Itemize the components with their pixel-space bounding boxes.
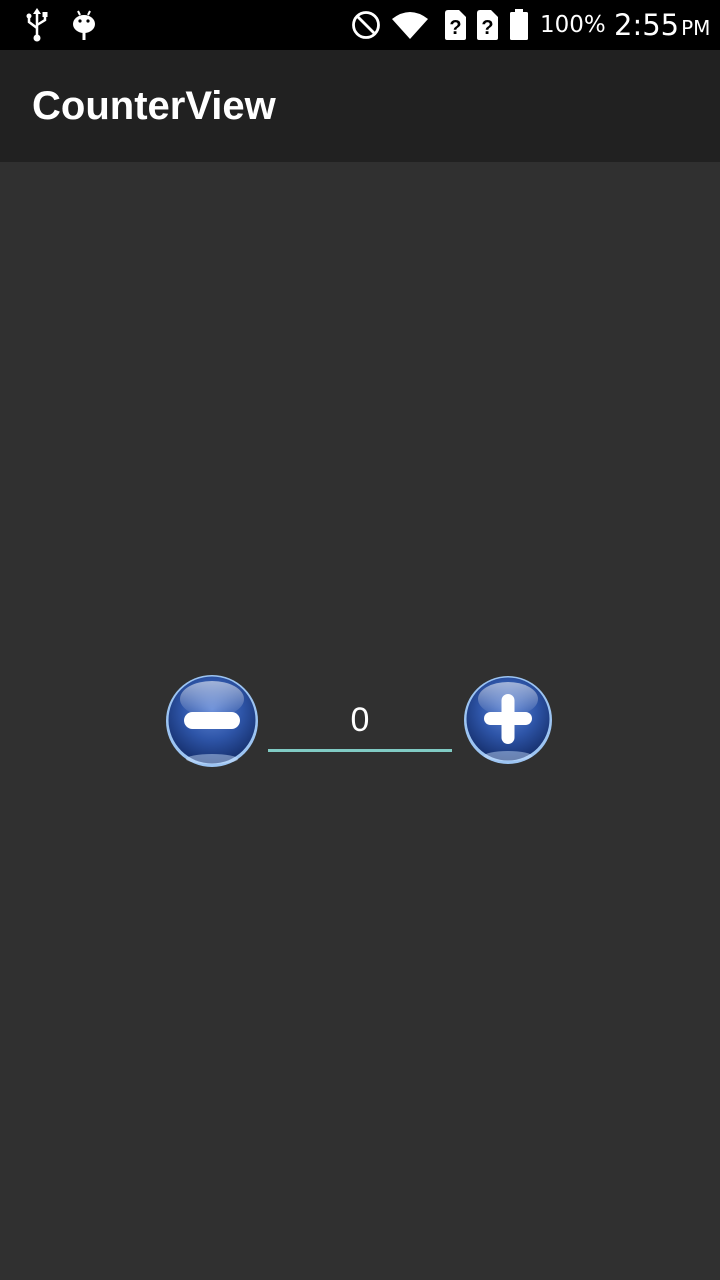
sim-unknown-icon: ? [442,0,468,50]
svg-text:?: ? [481,17,493,39]
app-title: CounterView [32,84,276,128]
decrement-button[interactable] [164,673,260,769]
content-area [0,162,720,1280]
sim-unknown-icon: ? [474,0,500,50]
increment-button[interactable] [462,674,554,766]
battery-percent: 100% [540,12,606,38]
do-not-disturb-icon [350,0,382,50]
battery-icon [508,0,530,50]
wifi-icon [392,0,428,50]
usb-icon [22,0,52,50]
clock-time: 2:55 [614,8,680,42]
clock-ampm: PM [681,16,711,40]
minus-icon [166,675,258,767]
status-bar: ? ? 100% 2:55 PM [0,0,720,50]
svg-text:?: ? [449,17,461,39]
counter-value-field[interactable] [268,692,452,752]
clock: 2:55 PM [614,0,710,50]
plus-icon [464,676,552,764]
android-debug-icon [70,0,98,50]
app-bar: CounterView [0,50,720,162]
